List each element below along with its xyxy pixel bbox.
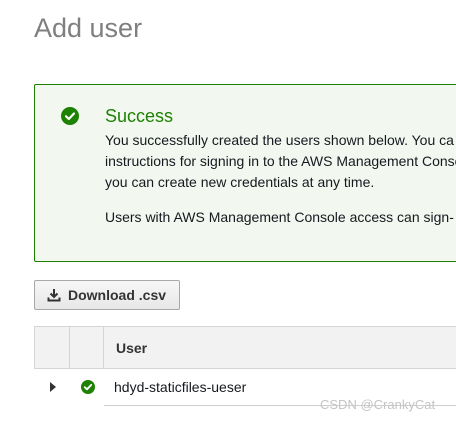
download-icon (47, 289, 61, 302)
success-title: Success (105, 106, 174, 126)
download-csv-button[interactable]: Download .csv (34, 280, 180, 310)
column-divider (69, 326, 70, 369)
success-message-line-2: instructions for signing in to the AWS M… (105, 153, 456, 169)
expand-caret-icon[interactable] (49, 382, 57, 392)
user-name-cell[interactable]: hdyd-staticfiles-ueser (114, 379, 246, 395)
watermark: CSDN @CrankyCat (320, 397, 436, 412)
add-user-page: Add user Success You successfully create… (0, 0, 456, 422)
success-check-icon (81, 380, 95, 394)
success-check-icon (61, 107, 79, 125)
page-title: Add user (34, 13, 143, 43)
success-message-line-3: you can create new credentials at any ti… (105, 174, 375, 190)
column-divider (103, 326, 104, 369)
success-message-line-4: Users with AWS Management Console access… (105, 209, 454, 225)
success-message-line-1: You successfully created the users shown… (105, 132, 454, 148)
column-header-user[interactable]: User (116, 340, 147, 356)
users-table-header (34, 326, 456, 369)
download-csv-label: Download .csv (68, 287, 167, 303)
